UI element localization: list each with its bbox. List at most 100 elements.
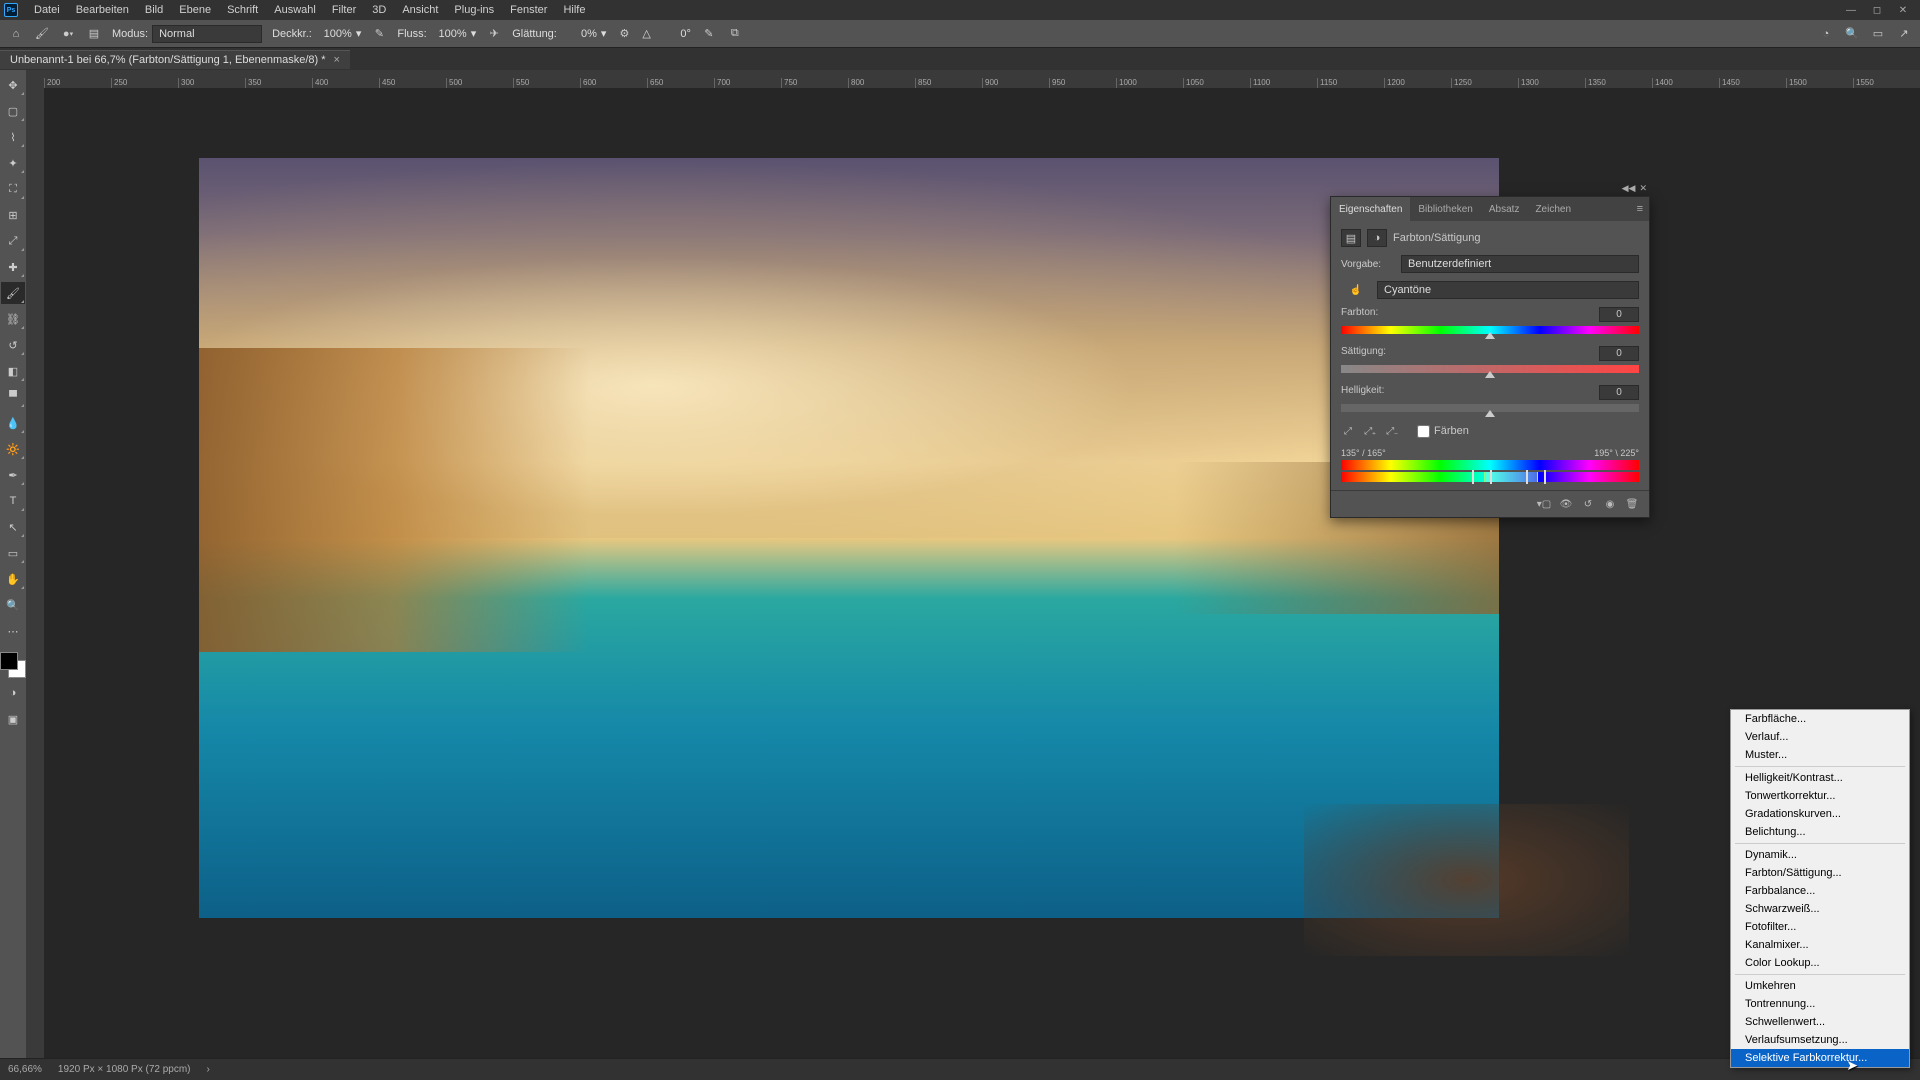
heal-tool[interactable]: ✚ [1, 256, 25, 278]
marquee-tool[interactable]: ▢ [1, 100, 25, 122]
preset-select[interactable]: Benutzerdefiniert [1401, 255, 1639, 273]
trash-icon[interactable]: 🗑 [1625, 497, 1639, 511]
clip-icon[interactable]: ▾▢ [1537, 497, 1551, 511]
cloud-docs-icon[interactable]: ◔ [1818, 26, 1834, 42]
panel-menu-icon[interactable]: ≡ [1631, 203, 1649, 215]
stamp-tool[interactable]: ⛓ [1, 308, 25, 330]
hue-slider[interactable] [1341, 326, 1639, 336]
chevron-right-icon[interactable]: › [207, 1064, 210, 1075]
frame-tool[interactable]: ⊞ [1, 204, 25, 226]
ruler-horizontal[interactable]: 2002503003504004505005506006507007508008… [26, 70, 1920, 88]
view-previous-icon[interactable]: 👁 [1559, 497, 1573, 511]
close-tab-icon[interactable]: × [334, 54, 340, 66]
edit-toolbar-icon[interactable]: ⋯ [1, 620, 25, 642]
menu-item[interactable]: Helligkeit/Kontrast... [1731, 769, 1909, 787]
smoothing-input[interactable]: 0% [561, 28, 597, 40]
mask-icon[interactable]: ◑ [1367, 229, 1387, 247]
opacity-input[interactable]: 100% [316, 28, 352, 40]
eyedropper-plus-icon[interactable]: ⤢₊ [1363, 424, 1377, 438]
menu-item[interactable]: Verlaufsumsetzung... [1731, 1031, 1909, 1049]
tab-character[interactable]: Zeichen [1527, 197, 1579, 221]
brush-preset-icon[interactable]: ●▾ [60, 26, 76, 42]
menu-item[interactable]: Schwellenwert... [1731, 1013, 1909, 1031]
menu-item[interactable]: Belichtung... [1731, 823, 1909, 841]
workspace-icon[interactable]: ▭ [1870, 26, 1886, 42]
minimize-icon[interactable]: — [1838, 5, 1864, 16]
gradient-tool[interactable]: ▀ [1, 386, 25, 408]
menu-item[interactable]: Muster... [1731, 746, 1909, 764]
symmetry-icon[interactable]: ⧉ [727, 26, 743, 42]
mode-select[interactable]: Normal [152, 25, 262, 43]
hand-tool[interactable]: ✋ [1, 568, 25, 590]
foreground-color[interactable] [0, 652, 18, 670]
angle-input[interactable]: 0° [655, 28, 691, 40]
menu-item[interactable]: Schwarzweiß... [1731, 900, 1909, 918]
collapse-icon[interactable]: ◀◀ [1622, 183, 1636, 194]
tab-paragraph[interactable]: Absatz [1481, 197, 1528, 221]
saturation-slider[interactable] [1341, 365, 1639, 375]
eyedropper-tool[interactable]: ⤢ [1, 230, 25, 252]
color-range-strip-top[interactable] [1341, 460, 1639, 470]
pen-tool[interactable]: ✒ [1, 464, 25, 486]
eyedropper-minus-icon[interactable]: ⤢₋ [1385, 424, 1399, 438]
menu-layer[interactable]: Ebene [171, 4, 219, 16]
document-tab[interactable]: Unbenannt-1 bei 66,7% (Farbton/Sättigung… [0, 50, 350, 69]
brush-tool[interactable]: 🖌 [1, 282, 25, 304]
channel-select[interactable]: Cyantöne [1377, 281, 1639, 299]
panel-close-icon[interactable]: ✕ [1639, 183, 1647, 194]
search-icon[interactable]: 🔍 [1844, 26, 1860, 42]
pressure-size-icon[interactable]: ✎ [701, 26, 717, 42]
menu-item[interactable]: Umkehren [1731, 977, 1909, 995]
eraser-tool[interactable]: ◧ [1, 360, 25, 382]
menu-item[interactable]: Farbton/Sättigung... [1731, 864, 1909, 882]
menu-filter[interactable]: Filter [324, 4, 364, 16]
menu-image[interactable]: Bild [137, 4, 171, 16]
ruler-vertical[interactable] [26, 88, 44, 1058]
menu-item[interactable]: Verlauf... [1731, 728, 1909, 746]
menu-plugins[interactable]: Plug-ins [446, 4, 502, 16]
wand-tool[interactable]: ✦ [1, 152, 25, 174]
tab-properties[interactable]: Eigenschaften [1331, 197, 1410, 221]
type-tool[interactable]: T [1, 490, 25, 512]
share-icon[interactable]: ↗ [1896, 26, 1912, 42]
menu-item[interactable]: Gradationskurven... [1731, 805, 1909, 823]
menu-help[interactable]: Hilfe [555, 4, 593, 16]
colorize-checkbox[interactable]: Färben [1417, 425, 1469, 438]
color-range-strip-bottom[interactable] [1341, 472, 1639, 482]
menu-item[interactable]: Kanalmixer... [1731, 936, 1909, 954]
menu-select[interactable]: Auswahl [266, 4, 324, 16]
menu-item[interactable]: Tonwertkorrektur... [1731, 787, 1909, 805]
blur-tool[interactable]: 💧 [1, 412, 25, 434]
menu-item[interactable]: Dynamik... [1731, 846, 1909, 864]
menu-item[interactable]: Farbbalance... [1731, 882, 1909, 900]
lasso-tool[interactable]: ⌇ [1, 126, 25, 148]
airbrush-icon[interactable]: ✈ [486, 26, 502, 42]
chevron-down-icon[interactable]: ▾ [601, 27, 607, 40]
shape-tool[interactable]: ▭ [1, 542, 25, 564]
quickmask-icon[interactable]: ◑ [1, 682, 25, 704]
doc-info[interactable]: 1920 Px × 1080 Px (72 ppcm) [58, 1064, 191, 1075]
menu-item[interactable]: Fotofilter... [1731, 918, 1909, 936]
reset-icon[interactable]: ↺ [1581, 497, 1595, 511]
smoothing-gear-icon[interactable]: ⚙ [616, 26, 632, 42]
history-brush-tool[interactable]: ↺ [1, 334, 25, 356]
zoom-level[interactable]: 66,66% [8, 1064, 42, 1075]
lightness-slider[interactable] [1341, 404, 1639, 414]
zoom-tool[interactable]: 🔍 [1, 594, 25, 616]
menu-item[interactable]: Farbfläche... [1731, 710, 1909, 728]
menu-type[interactable]: Schrift [219, 4, 266, 16]
finger-icon[interactable]: ☝ [1341, 283, 1371, 297]
menu-file[interactable]: Datei [26, 4, 68, 16]
close-icon[interactable]: ✕ [1890, 5, 1916, 16]
menu-view[interactable]: Ansicht [394, 4, 446, 16]
chevron-down-icon[interactable]: ▾ [471, 27, 477, 40]
crop-tool[interactable]: ⛶ [1, 178, 25, 200]
flow-input[interactable]: 100% [431, 28, 467, 40]
tab-libraries[interactable]: Bibliotheken [1410, 197, 1480, 221]
menu-item[interactable]: Tontrennung... [1731, 995, 1909, 1013]
home-icon[interactable]: ⌂ [8, 26, 24, 42]
pressure-opacity-icon[interactable]: ✎ [371, 26, 387, 42]
menu-3d[interactable]: 3D [364, 4, 394, 16]
hue-input[interactable]: 0 [1599, 307, 1639, 322]
maximize-icon[interactable]: ◻ [1864, 5, 1890, 16]
